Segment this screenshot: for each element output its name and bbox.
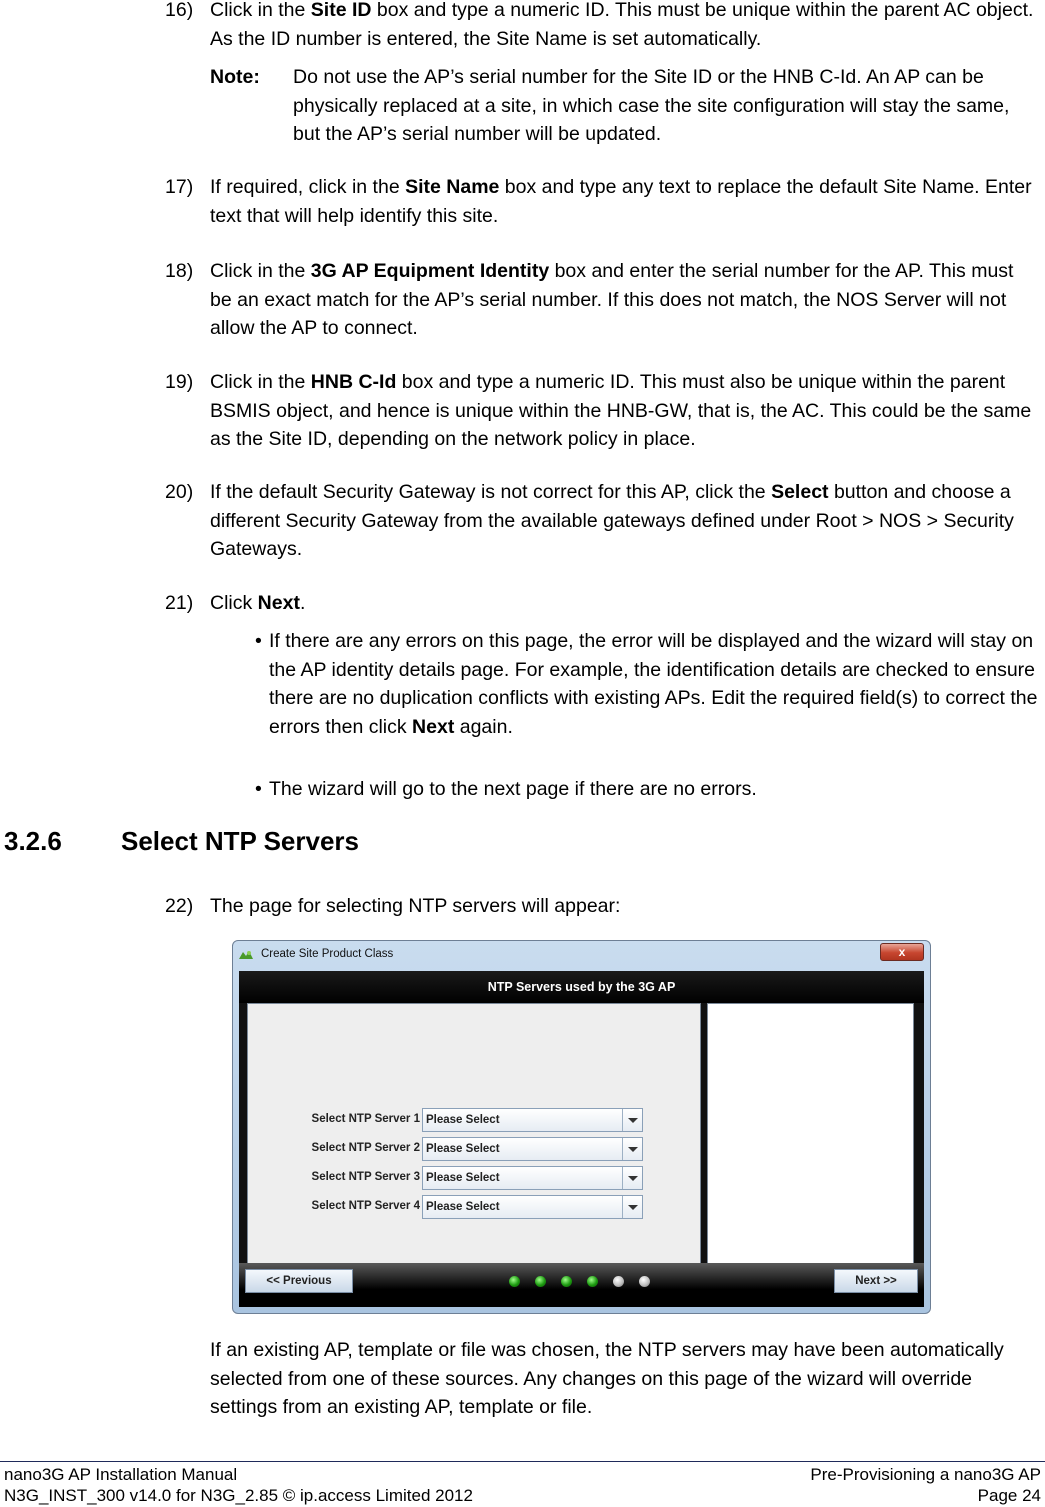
close-button[interactable]: x — [880, 943, 924, 961]
note-text: Do not use the AP’s serial number for th… — [293, 66, 1010, 145]
step-16: 16) Click in the Site ID box and type a … — [165, 0, 1040, 53]
section-title: Select NTP Servers — [121, 826, 359, 856]
ntp-server-label: Select NTP Server 2 — [311, 1142, 420, 1154]
ntp-form-panel: Select NTP Server 1 Please Select Select… — [247, 1003, 701, 1293]
close-icon: x — [898, 945, 906, 959]
ntp-server-3-select[interactable]: Please Select — [422, 1166, 643, 1190]
wizard-body: NTP Servers used by the 3G AP Select NTP… — [239, 971, 924, 1307]
progress-dot-complete-icon — [561, 1276, 572, 1287]
step-22: 22) The page for selecting NTP servers w… — [165, 895, 621, 917]
step-21: 21) Click Next. — [165, 592, 306, 614]
footer-page-number: Page 24 — [977, 1486, 1041, 1505]
ntp-server-label: Select NTP Server 4 — [311, 1200, 420, 1212]
step-18: 18) Click in the 3G AP Equipment Identit… — [165, 260, 1014, 339]
chevron-down-icon[interactable] — [622, 1109, 642, 1131]
section-number: 3.2.6 — [4, 826, 62, 856]
chevron-down-icon[interactable] — [622, 1167, 642, 1189]
note: Note: Do not use the AP’s serial number … — [210, 63, 1040, 149]
footer-left-docid: N3G_INST_300 v14.0 for N3G_2.85 © ip.acc… — [4, 1486, 473, 1505]
ntp-server-row-4: Select NTP Server 4 Please Select — [304, 1195, 644, 1219]
ntp-server-row-3: Select NTP Server 3 Please Select — [304, 1166, 644, 1190]
window-titlebar[interactable]: Create Site Product Class x — [233, 941, 930, 971]
ntp-server-4-select[interactable]: Please Select — [422, 1195, 643, 1219]
wizard-banner: NTP Servers used by the 3G AP — [239, 971, 924, 1003]
ntp-server-1-select[interactable]: Please Select — [422, 1108, 643, 1132]
footer-left-title: nano3G AP Installation Manual — [4, 1465, 238, 1484]
app-icon — [239, 951, 253, 959]
wizard-footer: << Previous Next >> — [239, 1263, 924, 1307]
footer-right-chapter: Pre-Provisioning a nano3G AP — [810, 1465, 1041, 1484]
chevron-down-icon[interactable] — [622, 1138, 642, 1160]
ntp-server-label: Select NTP Server 3 — [311, 1171, 420, 1183]
progress-dot-pending-icon — [639, 1276, 650, 1287]
after-dialog-paragraph: If an existing AP, template or file was … — [210, 1339, 1004, 1418]
bullet-next-page: • The wizard will go to the next page if… — [255, 778, 757, 800]
progress-dot-complete-icon — [509, 1276, 520, 1287]
ntp-server-row-1: Select NTP Server 1 Please Select — [304, 1108, 644, 1132]
note-label: Note: — [210, 66, 260, 88]
progress-dot-complete-icon — [587, 1276, 598, 1287]
step-17: 17) If required, click in the Site Name … — [165, 176, 1032, 227]
chevron-down-icon[interactable] — [622, 1196, 642, 1218]
ntp-server-label: Select NTP Server 1 — [311, 1113, 420, 1125]
window-title: Create Site Product Class — [261, 948, 394, 960]
info-panel — [707, 1003, 914, 1293]
section-heading: 3.2.6 Select NTP Servers — [4, 826, 359, 857]
next-button[interactable]: Next >> — [834, 1269, 918, 1293]
ntp-server-2-select[interactable]: Please Select — [422, 1137, 643, 1161]
step-number: 16) — [165, 0, 194, 21]
ntp-server-row-2: Select NTP Server 2 Please Select — [304, 1137, 644, 1161]
step-20: 20) If the default Security Gateway is n… — [165, 481, 1014, 560]
bullet-errors: • If there are any errors on this page, … — [255, 630, 1038, 738]
footer-divider — [0, 1461, 1045, 1462]
step-19: 19) Click in the HNB C-Id box and type a… — [165, 371, 1032, 450]
progress-dot-complete-icon — [535, 1276, 546, 1287]
previous-button[interactable]: << Previous — [245, 1269, 353, 1293]
create-site-product-class-window: Create Site Product Class x NTP Servers … — [232, 940, 931, 1314]
progress-dot-pending-icon — [613, 1276, 624, 1287]
